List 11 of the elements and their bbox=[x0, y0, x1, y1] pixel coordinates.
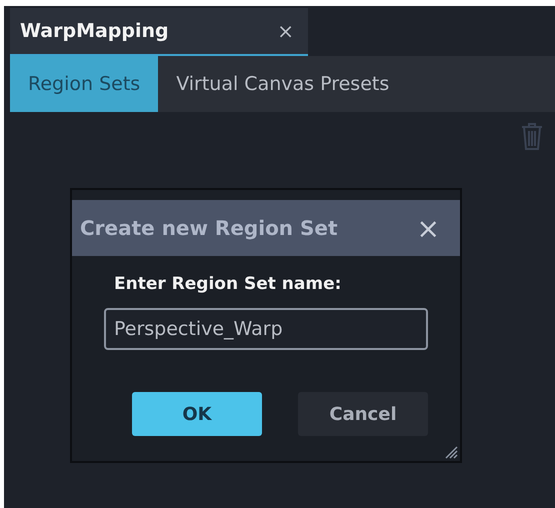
cancel-button[interactable]: Cancel bbox=[298, 392, 428, 436]
panel-tab[interactable]: WarpMapping × bbox=[10, 8, 308, 56]
close-icon[interactable]: × bbox=[277, 19, 294, 43]
panel-title: WarpMapping bbox=[20, 20, 169, 42]
prompt-label: Enter Region Set name: bbox=[114, 274, 342, 294]
name-field[interactable]: Perspective_Warp bbox=[104, 308, 428, 350]
dialog-title: Create new Region Set bbox=[80, 216, 338, 240]
close-icon[interactable]: × bbox=[416, 212, 440, 244]
resize-grip-icon[interactable] bbox=[444, 445, 458, 459]
tab[interactable]: Virtual Canvas Presets bbox=[158, 56, 555, 112]
ok-button[interactable]: OK bbox=[132, 392, 262, 436]
